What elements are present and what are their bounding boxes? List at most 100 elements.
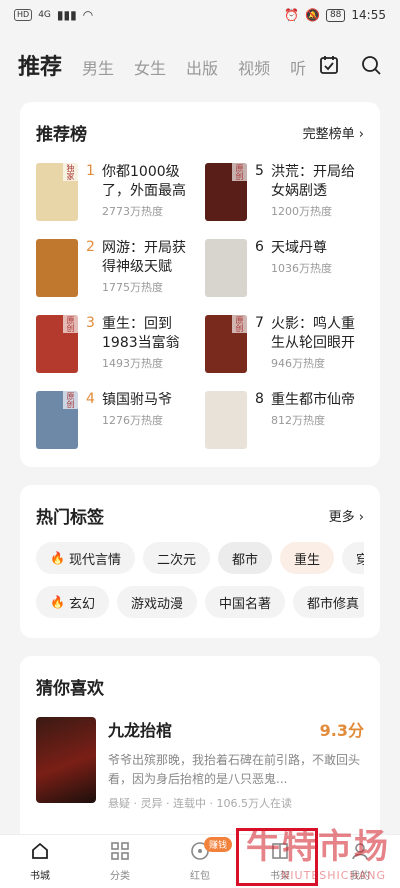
rank-book-title: 重生：回到1983当富翁 xyxy=(102,316,180,351)
book-cover xyxy=(36,717,96,803)
hot-tags-more-link[interactable]: 更多 › xyxy=(329,506,364,525)
cover-tag: 原创 xyxy=(63,315,78,333)
rank-book-title: 网游：开局获得神级天赋 xyxy=(102,240,186,275)
rank-number: 2 xyxy=(86,239,95,255)
guess-you-like-card: 猜你喜欢 九龙抬棺 9.3分 爷爷出殡那晚，我抬着石碑在前引路，不敢回头看，因为… xyxy=(20,656,380,856)
top-nav: 推荐 男生 女生 出版 视频 听 xyxy=(0,30,400,100)
rank-number: 8 xyxy=(255,391,264,407)
hot-tags-title: 热门标签 xyxy=(36,508,104,528)
tag-chip[interactable]: 游戏动漫 xyxy=(116,586,197,618)
tag-label: 都市修真 xyxy=(307,596,360,612)
rank-heat: 812万热度 xyxy=(271,414,325,427)
guess-book-item[interactable]: 九龙抬棺 9.3分 爷爷出殡那晚，我抬着石碑在前引路，不敢回头看，因为身后抬棺的… xyxy=(36,717,364,811)
checkin-calendar-icon[interactable] xyxy=(318,54,340,76)
tag-chip[interactable]: 🔥 现代言情 xyxy=(36,542,135,574)
bottom-tab-grid[interactable]: 分类 xyxy=(80,835,160,888)
rank-heat: 2773万热度 xyxy=(102,205,163,218)
book-score: 9.3分 xyxy=(319,721,364,740)
tags-row: 🔥 玄幻 游戏动漫 中国名著 都市修真 xyxy=(36,586,364,618)
tag-label: 中国名著 xyxy=(218,596,271,612)
tab-recommend[interactable]: 推荐 xyxy=(18,49,62,81)
rank-book-title: 天域丹尊 xyxy=(271,240,327,256)
bookshelf-highlight-box xyxy=(236,828,318,886)
book-title: 九龙抬棺 xyxy=(108,721,173,740)
rank-number: 4 xyxy=(86,391,95,407)
home-icon xyxy=(30,841,50,864)
tag-chip[interactable]: 都市 xyxy=(217,542,272,574)
book-description: 爷爷出殡那晚，我抬着石碑在前引路，不敢回头看，因为身后抬棺的是八只恶鬼... xyxy=(108,753,361,786)
ranking-item[interactable]: 原创 5 洪荒：开局给女娲剧透 1200万热度 xyxy=(205,163,364,221)
tag-label: 玄幻 xyxy=(68,596,95,612)
bottom-tab-label: 书城 xyxy=(30,871,50,882)
network-indicator: 4G xyxy=(38,10,51,20)
tab-male[interactable]: 男生 xyxy=(82,55,114,79)
cover-tag: 原创 xyxy=(232,315,247,333)
status-time: 14:55 xyxy=(351,8,386,22)
tag-label: 现代言情 xyxy=(68,552,121,568)
book-cover xyxy=(36,239,78,297)
bottom-tab-label: 我的 xyxy=(350,871,370,882)
book-meta: 悬疑 · 灵异 · 连载中 · 106.5万人在读 xyxy=(108,797,292,810)
rank-number: 6 xyxy=(255,239,264,255)
book-cover xyxy=(205,391,247,449)
bottom-tab-bar: 书城 分类 红包 赚钱 书架 我的 xyxy=(0,834,400,888)
bottom-tab-label: 红包 xyxy=(190,871,210,882)
ranking-list: 独家1你都1000级了，外面最高30级2773万热度原创5洪荒：开局给女娲剧透1… xyxy=(36,163,364,449)
tags-row: 🔥现代言情 二次元 都市 重生 穿越 xyxy=(36,542,364,574)
tag-chip[interactable]: 二次元 xyxy=(142,542,210,574)
bottom-tab-profile[interactable]: 我的 xyxy=(320,835,400,888)
mute-icon: 🔕 xyxy=(305,8,320,22)
ranking-item[interactable]: 6 天域丹尊 1036万热度 xyxy=(205,239,364,297)
tag-chip[interactable]: 🔥 玄幻 xyxy=(36,586,109,618)
status-bar: HD 4G ▮▮▮ ◠ ⏰ 🔕 88 14:55 xyxy=(0,0,400,30)
ranking-item[interactable]: 原创 7 火影：鸣人重生从轮回眼开始 946万热度 xyxy=(205,315,364,373)
bottom-tab-home[interactable]: 书城 xyxy=(0,835,80,888)
ranking-item[interactable]: 原创 3 重生：回到1983当富翁 1493万热度 xyxy=(36,315,195,373)
rank-book-title: 洪荒：开局给女娲剧透 xyxy=(271,164,355,199)
ranking-item[interactable]: 独家 1 你都1000级了，外面最高30级 2773万热度 xyxy=(36,163,195,221)
cover-tag: 独家 xyxy=(63,163,78,181)
grid-icon xyxy=(110,841,130,864)
rank-heat: 1276万热度 xyxy=(102,414,163,427)
profile-icon xyxy=(350,841,370,864)
tag-label: 重生 xyxy=(294,552,321,568)
rank-heat: 1200万热度 xyxy=(271,205,332,218)
bottom-tab-label: 分类 xyxy=(110,871,130,882)
rank-number: 7 xyxy=(255,315,264,331)
rank-number: 5 xyxy=(255,163,264,179)
battery-indicator: 88 xyxy=(325,8,346,22)
tab-female[interactable]: 女生 xyxy=(134,55,166,79)
ranking-item[interactable]: 原创 4 镇国驸马爷 1276万热度 xyxy=(36,391,195,449)
full-ranking-link[interactable]: 完整榜单 › xyxy=(303,123,364,142)
rank-book-title: 火影：鸣人重生从轮回眼开始 xyxy=(271,316,355,351)
earn-badge: 赚钱 xyxy=(204,837,233,852)
alarm-icon: ⏰ xyxy=(284,8,299,22)
book-cover: 原创 xyxy=(36,391,78,449)
recommend-ranking-card: 推荐榜 完整榜单 › 独家1你都1000级了，外面最高30级2773万热度原创5… xyxy=(20,102,380,467)
tab-video[interactable]: 视频 xyxy=(238,55,270,79)
rank-heat: 1775万热度 xyxy=(102,281,163,294)
rank-book-title: 重生都市仙帝 xyxy=(271,392,355,408)
flame-icon: 🔥 xyxy=(50,551,65,565)
tag-chip[interactable]: 重生 xyxy=(280,542,335,574)
guess-title: 猜你喜欢 xyxy=(36,679,104,699)
tab-publish[interactable]: 出版 xyxy=(186,55,218,79)
tag-chip[interactable]: 中国名著 xyxy=(204,586,285,618)
ranking-item[interactable]: 2 网游：开局获得神级天赋 1775万热度 xyxy=(36,239,195,297)
search-icon[interactable] xyxy=(360,54,382,76)
channel-tabs: 推荐 男生 女生 出版 视频 听 xyxy=(18,49,318,81)
rank-number: 1 xyxy=(86,163,95,179)
cover-tag: 原创 xyxy=(63,391,78,409)
ranking-title: 推荐榜 xyxy=(36,125,87,145)
book-cover xyxy=(205,239,247,297)
rank-heat: 1036万热度 xyxy=(271,262,332,275)
tag-chip[interactable]: 都市修真 xyxy=(293,586,364,618)
tag-label: 都市 xyxy=(231,552,258,568)
hd-indicator: HD xyxy=(14,9,33,21)
tag-label: 游戏动漫 xyxy=(130,596,183,612)
tab-audio[interactable]: 听 xyxy=(290,55,306,79)
wifi-icon: ◠ xyxy=(82,8,94,22)
ranking-item[interactable]: 8 重生都市仙帝 812万热度 xyxy=(205,391,364,449)
bottom-tab-coin[interactable]: 红包 赚钱 xyxy=(160,835,240,888)
tag-chip[interactable]: 穿越 xyxy=(342,542,364,574)
